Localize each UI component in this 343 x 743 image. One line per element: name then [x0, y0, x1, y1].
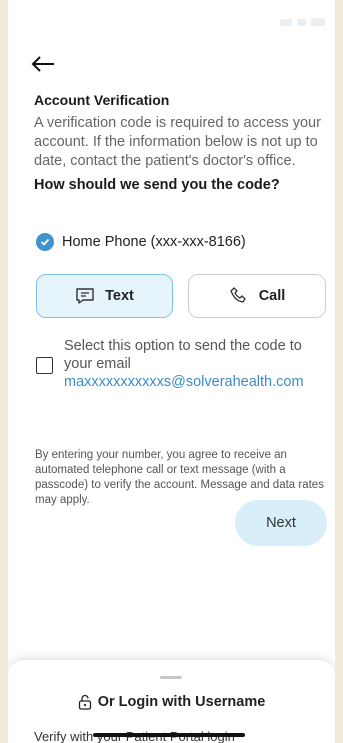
screen: Account Verification A verification code… — [8, 0, 335, 743]
text-method-button[interactable]: Text — [36, 274, 173, 318]
phone-option[interactable]: Home Phone (xxx-xxx-8166) — [36, 233, 246, 251]
text-method-label: Text — [105, 288, 134, 304]
next-button[interactable]: Next — [235, 500, 327, 546]
home-indicator — [93, 733, 245, 737]
lock-icon — [78, 694, 91, 710]
consent-disclaimer: By entering your number, you agree to re… — [35, 449, 324, 506]
bottom-sheet: Or Login with Username Verify with your … — [8, 660, 335, 743]
message-icon — [76, 288, 94, 304]
verification-description: A verification code is required to acces… — [34, 115, 321, 169]
battery-icon — [311, 18, 325, 26]
verification-section: Account Verification A verification code… — [34, 92, 324, 193]
login-with-username-label: Or Login with Username — [97, 694, 266, 710]
status-bar — [8, 0, 335, 34]
email-option-label: Select this option to send the code to y… — [64, 338, 302, 372]
status-icons — [280, 18, 325, 26]
check-circle-icon[interactable] — [36, 233, 54, 251]
call-method-label: Call — [258, 288, 286, 304]
email-checkbox[interactable] — [36, 357, 53, 374]
email-option[interactable]: Select this option to send the code to y… — [36, 337, 328, 391]
delivery-question: How should we send you the code? — [34, 177, 280, 193]
login-with-username-button[interactable]: Or Login with Username — [8, 694, 335, 710]
arrow-left-icon — [31, 56, 54, 72]
wifi-icon — [297, 18, 306, 26]
phone-option-label: Home Phone (xxx-xxx-8166) — [62, 234, 246, 250]
sheet-handle[interactable] — [160, 676, 182, 679]
email-address: maxxxxxxxxxxxs@solverahealth.com — [64, 374, 304, 390]
page-title: Account Verification — [34, 92, 170, 108]
back-button[interactable] — [30, 52, 56, 76]
phone-icon — [230, 287, 246, 303]
signal-icon — [280, 18, 292, 26]
call-method-button[interactable]: Call — [188, 274, 326, 318]
